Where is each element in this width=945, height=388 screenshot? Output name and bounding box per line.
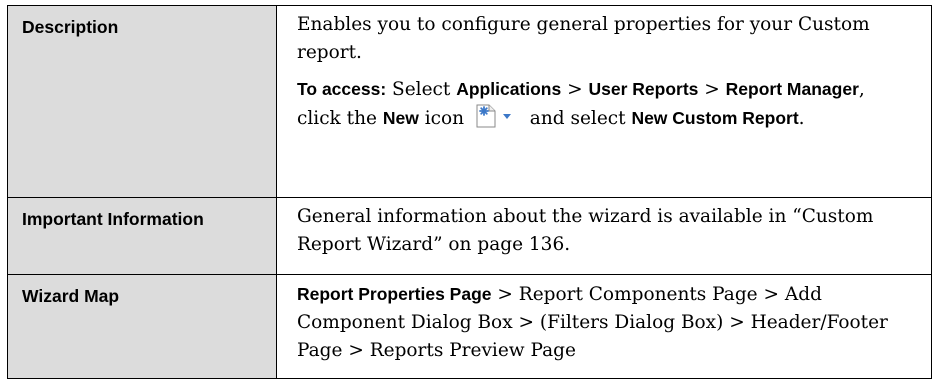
row-content-cell: General information about the wizard is … xyxy=(276,197,932,275)
table-row-description: Description Enables you to configure gen… xyxy=(7,5,932,198)
table-row-important-information: Important Information General informatio… xyxy=(7,197,932,275)
menu-user-reports: User Reports xyxy=(588,79,699,99)
row-header-cell: Important Information xyxy=(7,197,277,275)
row-header-cell: Wizard Map xyxy=(7,274,277,379)
new-label: New xyxy=(382,108,419,128)
row-content-cell: Report Properties Page > Report Componen… xyxy=(276,274,932,379)
access-instructions: To access: Select Applications > User Re… xyxy=(297,79,865,129)
wizard-map-text: Report Properties Page > Report Componen… xyxy=(297,280,911,365)
access-prefix: To access: xyxy=(297,79,387,99)
row-label: Description xyxy=(22,17,119,37)
table-row-wizard-map: Wizard Map Report Properties Page > Repo… xyxy=(7,274,932,379)
properties-table: Description Enables you to configure gen… xyxy=(7,5,932,379)
menu-report-manager: Report Manager xyxy=(725,79,859,99)
description-text: Enables you to configure general propert… xyxy=(297,14,870,63)
row-label: Important Information xyxy=(22,209,204,229)
row-label: Wizard Map xyxy=(22,286,120,306)
wizard-map-current-page: Report Properties Page xyxy=(297,284,492,304)
menu-applications: Applications xyxy=(456,79,562,99)
row-header-cell: Description xyxy=(7,5,277,198)
new-custom-report-label: New Custom Report xyxy=(631,108,799,128)
new-report-dropdown-icon xyxy=(474,104,518,128)
row-content-cell: Enables you to configure general propert… xyxy=(276,5,932,198)
important-information-text: General information about the wizard is … xyxy=(297,206,874,255)
